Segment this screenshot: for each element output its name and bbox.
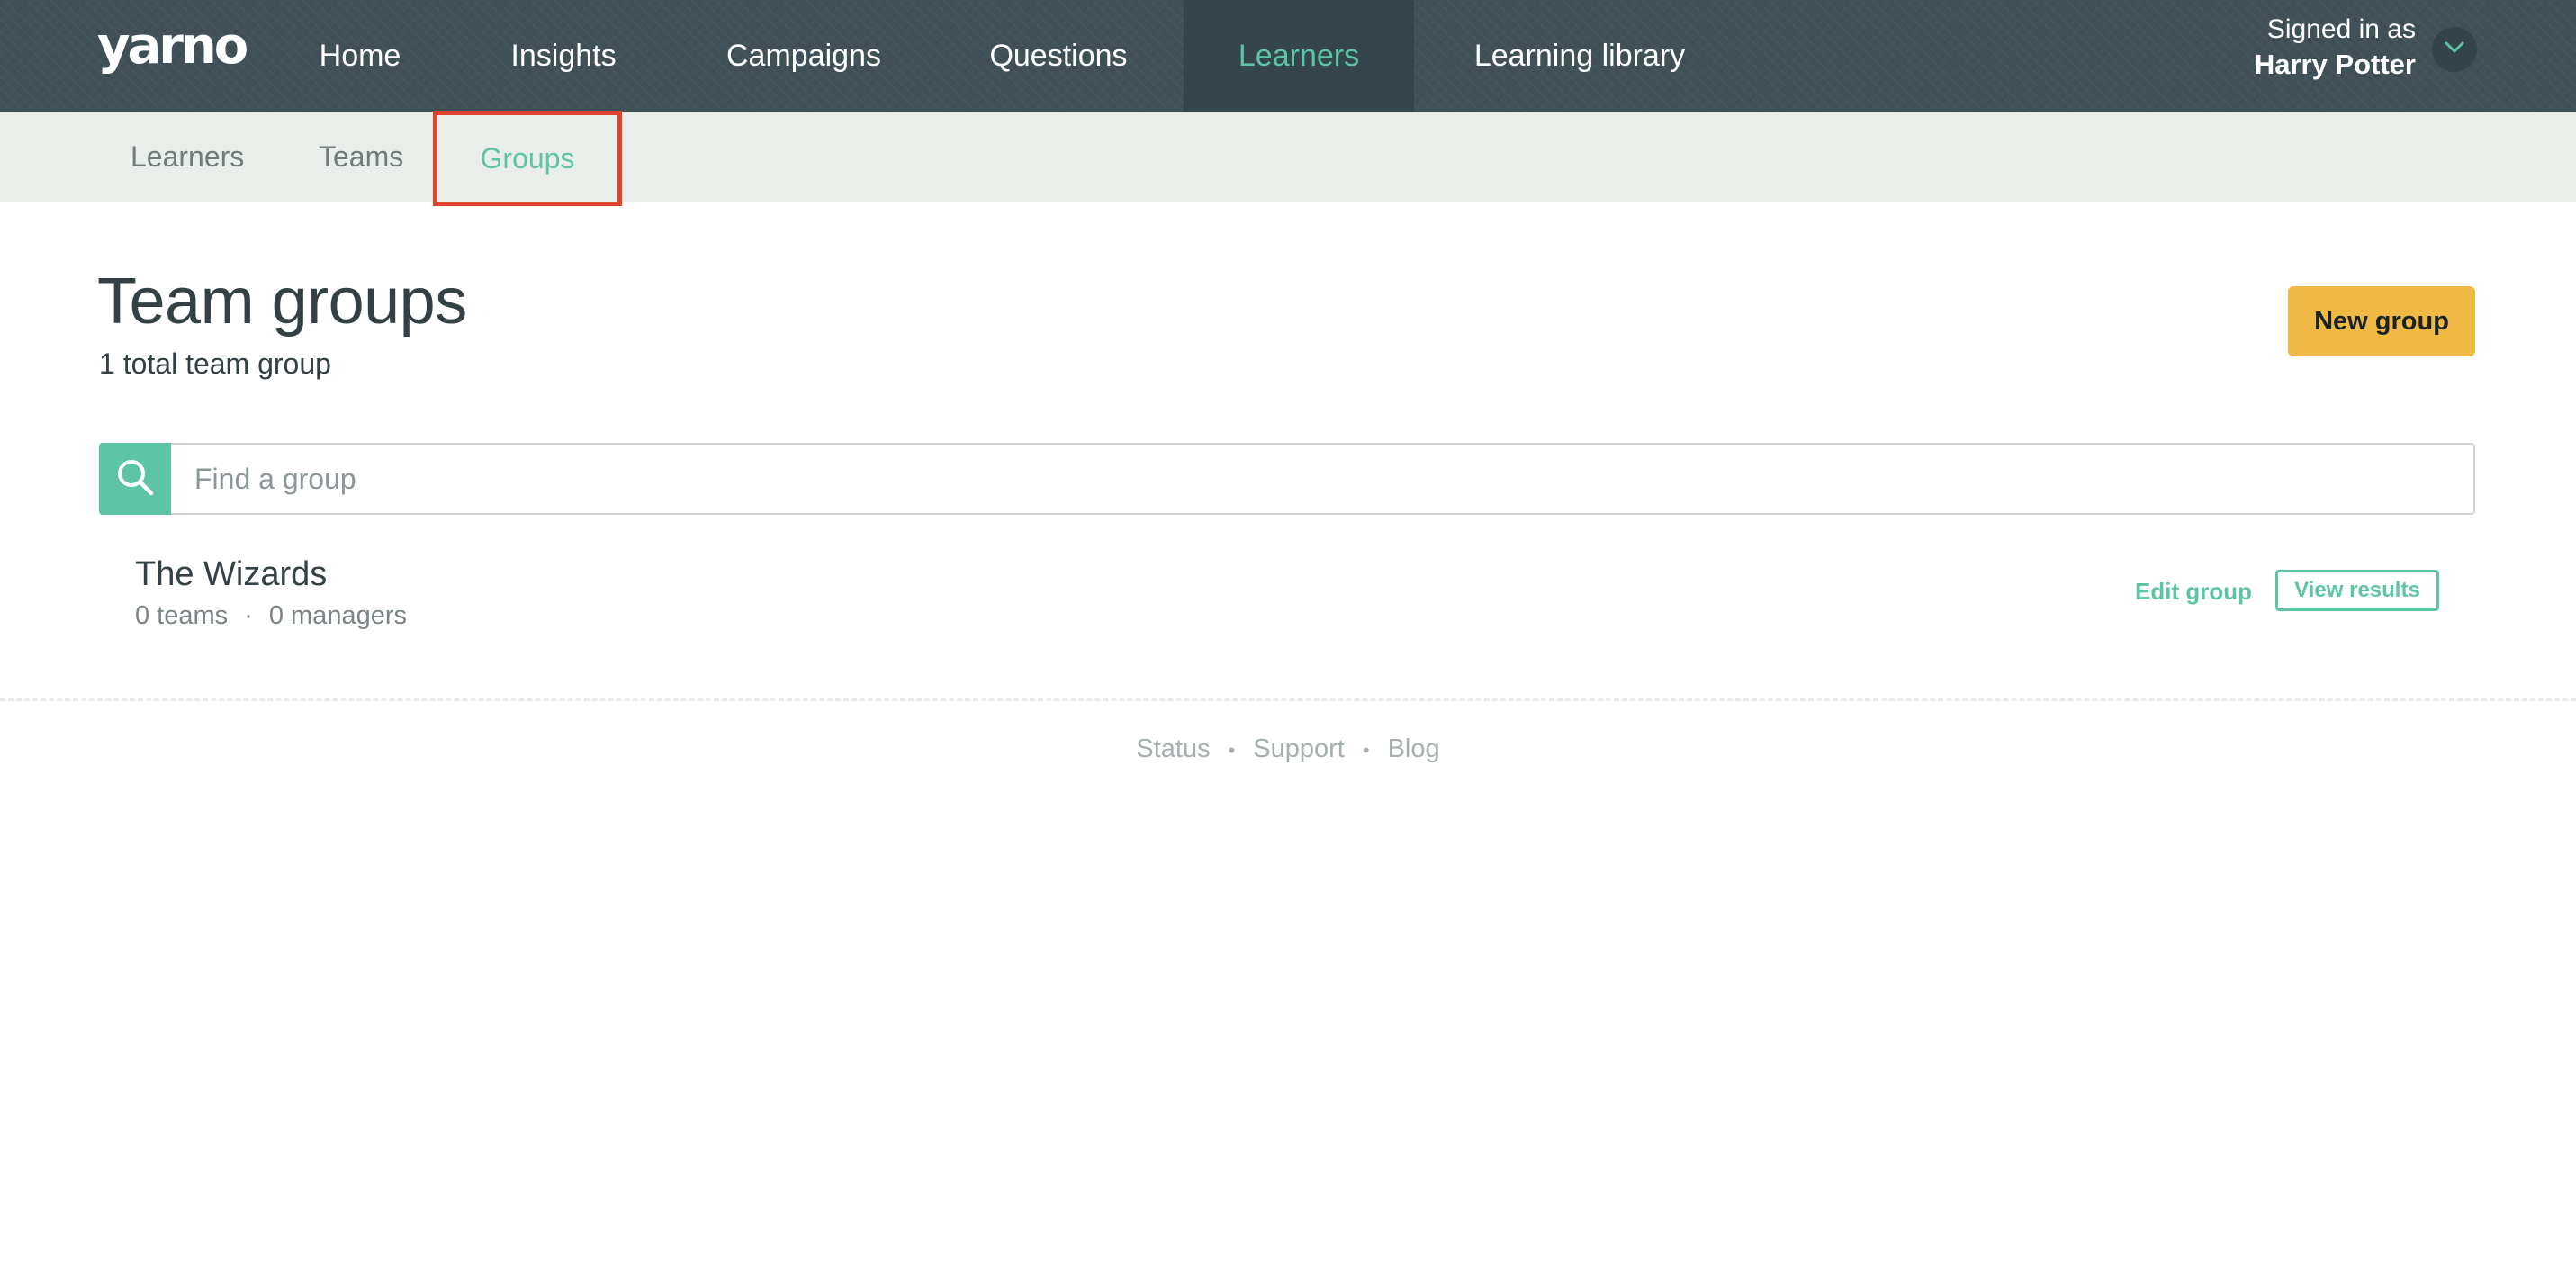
subnav-groups[interactable]: Groups bbox=[433, 111, 622, 206]
signed-in-info: Signed in as Harry Potter bbox=[2255, 13, 2416, 83]
group-count: 1 total team group bbox=[99, 347, 331, 380]
view-results-button[interactable]: View results bbox=[2275, 570, 2439, 611]
signed-in-label: Signed in as bbox=[2266, 14, 2416, 44]
sub-navigation: Learners Teams Groups bbox=[0, 111, 2576, 206]
group-meta: 0 teams · 0 managers bbox=[135, 599, 407, 632]
search-icon bbox=[115, 457, 155, 501]
account-menu-button[interactable] bbox=[2432, 27, 2477, 72]
search-button[interactable] bbox=[99, 443, 171, 515]
user-name: Harry Potter bbox=[2254, 49, 2416, 80]
nav-learning-library[interactable]: Learning library bbox=[1449, 0, 1710, 112]
edit-group-link[interactable]: Edit group bbox=[2135, 578, 2252, 606]
footer-separator: • bbox=[1228, 739, 1236, 761]
group-list-item: The Wizards 0 teams · 0 managers Edit grou… bbox=[99, 540, 2475, 648]
subnav-teams[interactable]: Teams bbox=[319, 112, 403, 202]
group-search-bar bbox=[99, 443, 2475, 515]
footer-link-status[interactable]: Status bbox=[1136, 734, 1210, 763]
nav-insights[interactable]: Insights bbox=[477, 0, 650, 112]
new-group-button[interactable]: New group bbox=[2288, 286, 2475, 356]
nav-learners[interactable]: Learners bbox=[1184, 0, 1414, 112]
footer: Status • Support • Blog bbox=[0, 734, 2576, 764]
chevron-down-icon bbox=[2445, 41, 2464, 58]
footer-link-support[interactable]: Support bbox=[1253, 734, 1345, 763]
group-name[interactable]: The Wizards bbox=[135, 554, 327, 594]
group-manager-count: 0 managers bbox=[268, 601, 407, 630]
footer-divider bbox=[0, 698, 2576, 701]
search-input[interactable] bbox=[194, 445, 2463, 513]
footer-link-blog[interactable]: Blog bbox=[1388, 734, 1440, 763]
footer-separator: • bbox=[1362, 739, 1370, 761]
meta-separator: · bbox=[244, 601, 253, 630]
page-title: Team groups bbox=[97, 266, 467, 338]
yarno-logo[interactable]: yarno bbox=[97, 18, 248, 76]
top-navigation-bar: yarno Home Insights Campaigns Questions … bbox=[0, 0, 2576, 112]
nav-questions[interactable]: Questions bbox=[963, 0, 1154, 112]
subnav-learners[interactable]: Learners bbox=[131, 112, 244, 202]
group-team-count: 0 teams bbox=[135, 601, 229, 630]
nav-campaigns[interactable]: Campaigns bbox=[702, 0, 905, 112]
nav-home[interactable]: Home bbox=[297, 0, 423, 112]
